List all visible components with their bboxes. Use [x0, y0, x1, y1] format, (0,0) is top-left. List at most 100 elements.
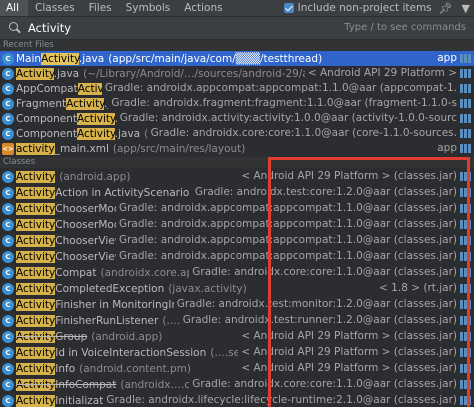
item-name: Activity	[16, 170, 56, 183]
recent-file-row[interactable]: C MainActivity.java (app/src/main/java/com…	[0, 51, 474, 66]
item-name-prefix: Fragment	[16, 97, 67, 110]
class-icon: C	[2, 298, 14, 311]
item-name-match: Activity	[16, 330, 56, 343]
xml-file-icon: <>	[2, 142, 14, 155]
item-location: < Android API 29 Platform > (classes.jar…	[238, 361, 457, 376]
library-icon	[460, 68, 472, 79]
recent-file-row[interactable]: C Activity.java (~/Library/Android/…/sourc…	[0, 66, 474, 81]
recent-file-row[interactable]: CComponentActivity.java(~…/core/app)Grad…	[0, 126, 474, 141]
item-name-suffix: Group	[55, 330, 88, 343]
tab-actions[interactable]: Actions	[177, 0, 229, 16]
item-name-suffix: .java	[53, 67, 80, 80]
class-row[interactable]: CActivityFinisherRunListener(….runner.li…	[0, 313, 474, 328]
item-location: Gradle: androidx.appcompat:appcompat:1.1…	[115, 233, 457, 248]
pin-icon[interactable]: 📌︎	[439, 2, 453, 15]
item-name-match: Activity	[16, 170, 56, 183]
library-icon	[460, 235, 472, 246]
item-name-suffix: InfoCompat	[55, 378, 117, 391]
class-icon: C	[2, 82, 14, 95]
item-name-match: Activity	[16, 282, 56, 295]
class-icon: C	[2, 67, 14, 80]
item-name-suffix: Compat	[55, 266, 97, 279]
item-location: < Android API 29 Platform > (classes.jar…	[238, 169, 457, 184]
item-location: Gradle: androidx.appcompat:appcompat:1.1…	[115, 201, 457, 216]
item-location: < Android API 29 Platform > (classes.jar…	[238, 329, 457, 344]
item-name-prefix: Main	[16, 52, 42, 65]
item-name-match: Activity	[16, 234, 56, 247]
class-icon: C	[2, 218, 14, 231]
item-name-match: Activity	[16, 346, 56, 359]
class-icon: C	[2, 52, 14, 65]
class-row[interactable]: C ActivityGroup (android.app) < Android API…	[0, 329, 474, 344]
class-row[interactable]: C ActivityInfo (android.content.pm) < Andro…	[0, 361, 474, 376]
recent-file-row[interactable]: <> activity_main.xml (app/src/main/res/lay…	[0, 141, 474, 156]
item-name: ActivityChooserView	[16, 234, 123, 247]
item-name: ActivityGroup	[16, 330, 88, 343]
item-name-match: Activity	[16, 378, 56, 391]
class-icon: C	[2, 282, 14, 295]
item-name-match: Activity	[16, 298, 56, 311]
recent-file-row[interactable]: CAppCompatActivity.java(~…p)Gradle: andr…	[0, 81, 474, 96]
library-icon	[460, 347, 472, 358]
search-row: Type / to see commands	[0, 17, 474, 39]
class-row[interactable]: C ActivityCompletedException (javax.activi…	[0, 281, 474, 296]
tab-symbols[interactable]: Symbols	[119, 0, 178, 16]
class-row[interactable]: CActivityChooserView(….widget)Gradle: an…	[0, 233, 474, 248]
class-row[interactable]: C Activity (android.app) < Android API 29 P…	[0, 169, 474, 184]
library-icon	[460, 203, 472, 214]
class-row[interactable]: CActivityChooserViewAdapter in ActivityC…	[0, 249, 474, 264]
item-path: (app/src/main/res/layout)	[112, 142, 246, 155]
item-name-prefix: Component	[16, 112, 77, 125]
item-name-suffix: FinisherRunListener	[55, 314, 159, 327]
class-icon: C	[2, 314, 14, 327]
class-row[interactable]: C ActivityFinisher in MonitoringInstrumen…	[0, 297, 474, 312]
item-path: (app/src/main/java/com/▒▒▒/testthread)	[108, 52, 323, 65]
item-location: Gradle: androidx.appcompat:appcompat:1.1…	[115, 249, 457, 264]
item-name: ActivityCompletedException	[16, 282, 164, 295]
class-row[interactable]: C ActivityInfoCompat (androidx….content.pm…	[0, 377, 474, 392]
item-location: < Android API 29 Platform >	[304, 66, 457, 81]
item-path: (android.app)	[59, 170, 131, 183]
library-icon	[460, 283, 472, 294]
item-name-match: Activity	[16, 266, 56, 279]
class-icon: C	[2, 234, 14, 247]
item-name: ActivityCompat	[16, 266, 97, 279]
class-row[interactable]: CActivityAction in ActivityScenario(….co…	[0, 185, 474, 200]
class-row[interactable]: CActivityChooserModel(….widget)Gradle: a…	[0, 201, 474, 216]
tab-all[interactable]: All	[0, 0, 29, 16]
item-location: Gradle: androidx.fragment:fragment:1.1.0…	[108, 96, 457, 111]
filter-icon[interactable]: ▼	[462, 2, 470, 15]
class-icon: C	[2, 250, 14, 263]
class-icon: C	[2, 170, 14, 183]
item-name-match: Activity	[16, 186, 56, 199]
item-location: Gradle: androidx.lifecycle:lifecycle-run…	[103, 393, 457, 407]
tab-classes[interactable]: Classes	[28, 0, 82, 16]
class-row[interactable]: C ActivityCompat (androidx.core.app) Gradle…	[0, 265, 474, 280]
item-name: ActivityAction in ActivityScenario	[16, 186, 189, 199]
include-non-project-checkbox[interactable]: Include non-project items	[283, 2, 432, 14]
item-name: MainActivity.java	[16, 52, 105, 65]
item-name-suffix: .java	[78, 52, 105, 65]
item-location: < Android API 29 Platform > (classes.jar…	[238, 345, 457, 360]
item-name: ComponentActivity.java	[16, 127, 140, 140]
class-row[interactable]: CActivityId in VoiceInteractionSession(……	[0, 345, 474, 360]
library-icon	[460, 219, 472, 230]
recent-file-row[interactable]: CFragmentActivity.java(~…p)Gradle: andro…	[0, 96, 474, 111]
class-row[interactable]: CActivityInitializationListener in Repor…	[0, 393, 474, 407]
class-row[interactable]: CActivityChooserModelClient in ActivityC…	[0, 217, 474, 232]
class-icon: C	[2, 266, 14, 279]
search-input[interactable]	[28, 21, 228, 35]
library-icon	[460, 98, 472, 109]
item-name-match: Activity	[41, 52, 79, 65]
class-icon: C	[2, 394, 14, 407]
item-name-match: Activity	[76, 127, 115, 140]
item-location: Gradle: androidx.core:core:1.1.0@aar (cl…	[189, 265, 457, 280]
item-location: app	[434, 51, 457, 66]
tab-files[interactable]: Files	[82, 0, 119, 16]
class-icon: C	[2, 127, 14, 140]
library-icon	[460, 331, 472, 342]
class-icon: C	[2, 112, 14, 125]
recent-file-row[interactable]: CComponentActivity.java(~…y)Gradle: andr…	[0, 111, 474, 126]
item-name: ActivityFinisherRunListener	[16, 314, 159, 327]
item-name: ActivityInfo	[16, 362, 75, 375]
